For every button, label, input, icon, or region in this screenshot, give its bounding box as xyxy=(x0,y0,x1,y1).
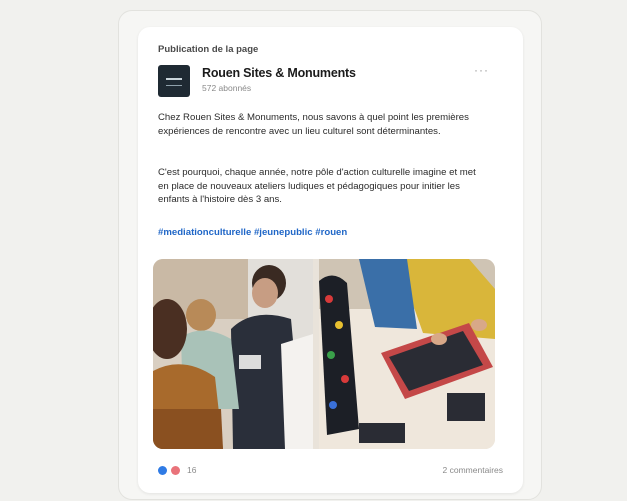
reaction-count[interactable]: 16 xyxy=(187,465,196,475)
comment-count[interactable]: 2 commentaires xyxy=(443,465,503,475)
photo-board-game[interactable] xyxy=(319,259,495,449)
post-paragraph-1: Chez Rouen Sites & Monuments, nous savon… xyxy=(158,112,469,137)
reactions-row: 16 2 commentaires xyxy=(158,464,503,478)
post-paragraph-2: C'est pourquoi, chaque année, notre pôle… xyxy=(158,167,476,205)
photo-children-workshop[interactable] xyxy=(153,259,313,449)
post-media[interactable] xyxy=(153,259,495,449)
post-hashtags[interactable]: #mediationculturelle #jeunepublic #rouen xyxy=(158,227,347,238)
page-name[interactable]: Rouen Sites & Monuments xyxy=(202,66,356,80)
like-icon[interactable] xyxy=(158,466,167,475)
screen: Publication de la page Rouen Sites & Mon… xyxy=(0,0,627,501)
more-horizontal-icon[interactable]: ··· xyxy=(474,64,494,76)
follower-count: 572 abonnés xyxy=(202,83,252,93)
love-icon[interactable] xyxy=(171,466,180,475)
post-card: Publication de la page Rouen Sites & Mon… xyxy=(138,27,523,493)
logo-mark xyxy=(166,78,182,86)
post-kicker: Publication de la page xyxy=(158,44,259,55)
page-avatar[interactable] xyxy=(158,65,190,97)
